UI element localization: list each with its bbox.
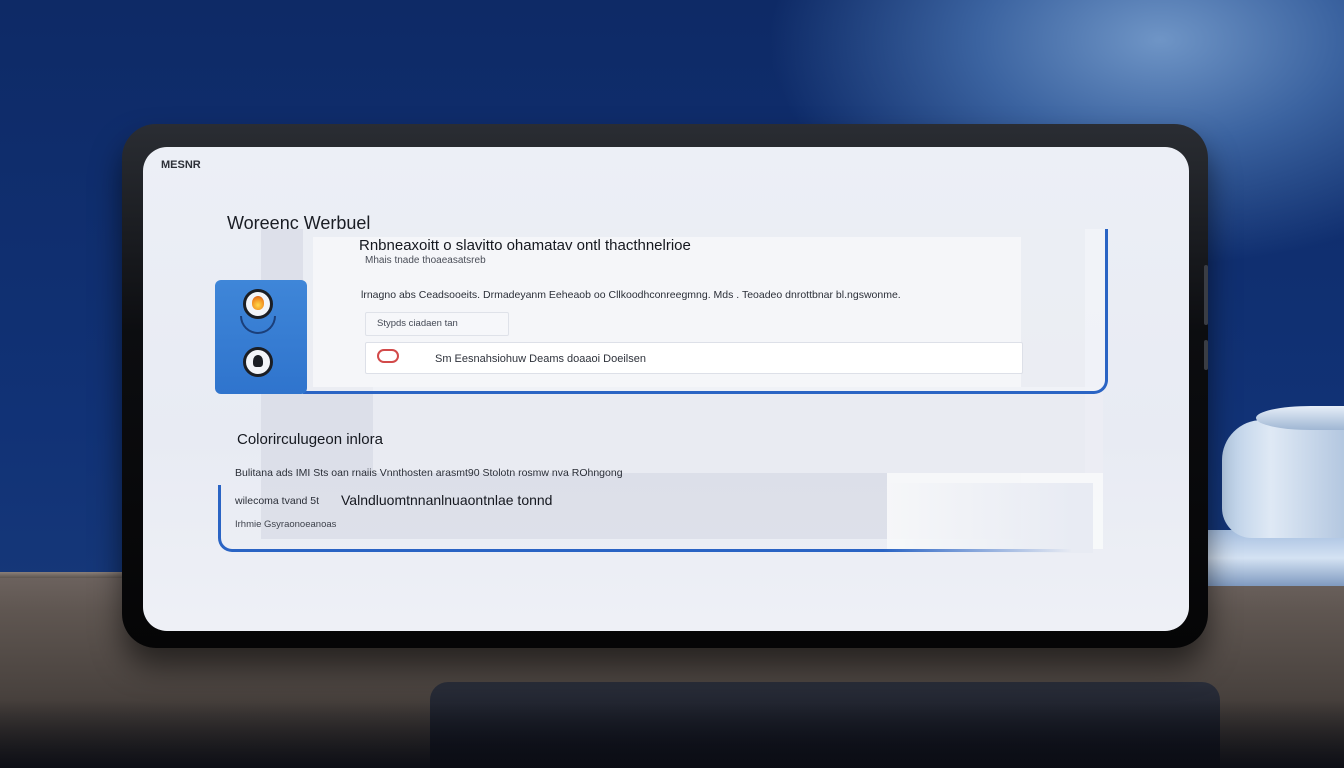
section-line-2-main: Valndluomtnnanlnuaontnlae tonnd (341, 492, 553, 508)
desk-shadow (0, 700, 1344, 768)
saucer (1196, 530, 1344, 586)
filter-chip-label: Stypds ciadaen tan (377, 318, 458, 329)
section-line-1: Bulitana ads IMI Sts oan rnaiis Vnnthost… (235, 467, 623, 479)
power-button (1204, 340, 1208, 370)
card-heading: Rnbneaxoitt o slavitto ohamatav ontl tha… (359, 237, 691, 254)
card-subheading: Mhais tnade thoaeasatsreb (365, 255, 486, 266)
search-icon (377, 349, 399, 363)
card-description: lrnagno abs Ceadsooeits. Drmadeyanm Eehe… (361, 289, 901, 301)
flame-icon (252, 296, 264, 310)
menu-label[interactable]: MESNR (161, 159, 201, 171)
section-line-2-prefix: wilecoma tvand 5t (235, 495, 320, 507)
volume-button (1204, 265, 1208, 325)
section-line-3: Irhmie Gsyraonoeanoas (235, 519, 337, 530)
search-input-text: Sm Eesnahsiohuw Deams doaaoi Doeilsen (435, 353, 646, 365)
tablet-screen: MESNR Woreenc Werbuel Rnbneaxoitt o slav… (143, 147, 1189, 631)
overlay-band (373, 387, 1103, 473)
section-card-fade (883, 483, 1093, 553)
background-scene: MESNR Woreenc Werbuel Rnbneaxoitt o slav… (0, 0, 1344, 768)
section-title: Colorirculugeon inlora (237, 431, 383, 448)
mug (1222, 420, 1344, 538)
person-icon (253, 355, 263, 367)
